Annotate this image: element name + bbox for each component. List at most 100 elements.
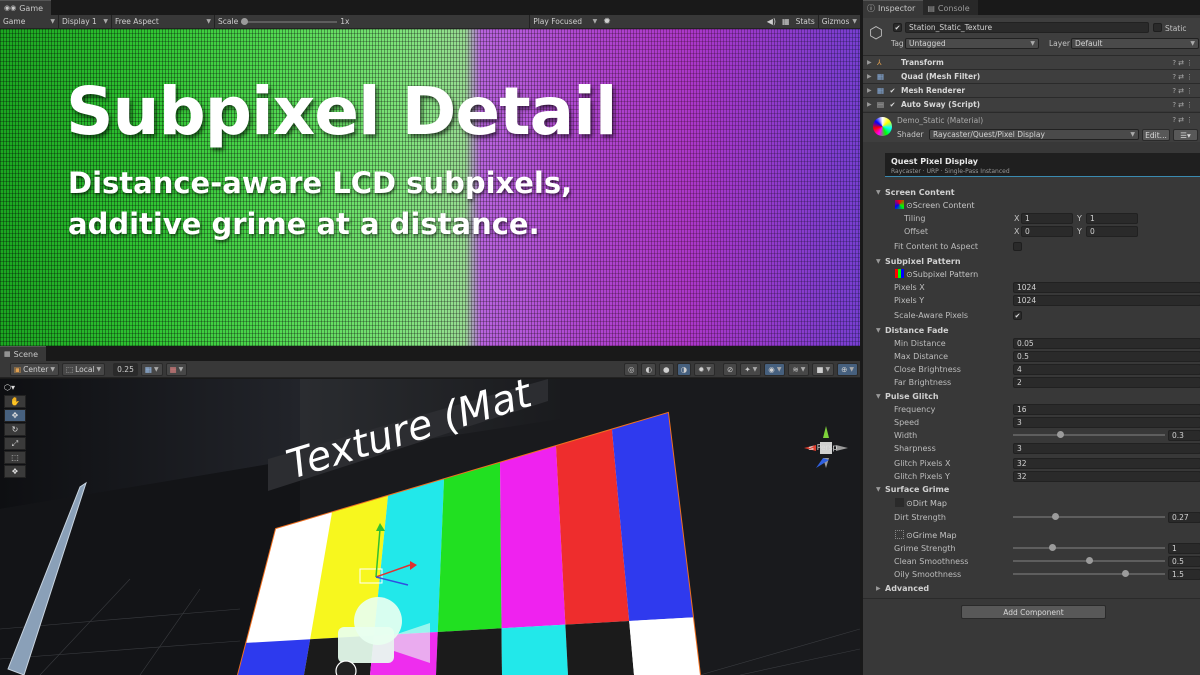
edit-shader-button[interactable]: Edit... bbox=[1142, 129, 1170, 141]
effects-dropdown[interactable]: ✦ ▼ bbox=[740, 362, 762, 376]
shader-options-button[interactable]: ☰▾ bbox=[1173, 129, 1198, 141]
min-distance-field[interactable]: 0.05 bbox=[1013, 338, 1200, 349]
section-distance-fade[interactable]: Distance Fade bbox=[885, 326, 949, 335]
increment-snap-dropdown[interactable]: ▦ ▼ bbox=[165, 362, 188, 376]
far-brightness-field[interactable]: 2 bbox=[1013, 377, 1200, 388]
component-mesh-renderer[interactable]: ▶ ▦ ✔ Mesh Renderer ?⇄⋮ bbox=[863, 83, 1200, 97]
chevron-down-icon[interactable]: ▼ bbox=[876, 258, 881, 265]
sun-button[interactable]: ✹ bbox=[600, 15, 614, 29]
clean-smoothness-slider[interactable] bbox=[1013, 556, 1165, 566]
component-transform[interactable]: ▶ ⅄ Transform ?⇄⋮ bbox=[863, 55, 1200, 69]
stats-grid-button[interactable]: ▦ bbox=[779, 15, 793, 29]
speed-field[interactable]: 3 bbox=[1013, 417, 1200, 428]
component-menu-icons[interactable]: ?⇄⋮ bbox=[1172, 87, 1195, 95]
component-menu-icons[interactable]: ?⇄⋮ bbox=[1172, 59, 1195, 67]
section-pulse-glitch[interactable]: Pulse Glitch bbox=[885, 392, 939, 401]
slider-knob[interactable] bbox=[1121, 570, 1129, 577]
slider-knob[interactable] bbox=[1056, 431, 1064, 438]
clean-smoothness-field[interactable]: 0.5 bbox=[1168, 556, 1200, 567]
layer-dropdown[interactable]: Default ▼ bbox=[1071, 38, 1199, 49]
mute-button[interactable]: ◀) bbox=[764, 15, 779, 29]
layers-dropdown[interactable]: ≋ ▼ bbox=[788, 362, 810, 376]
move-tool[interactable]: ✥ bbox=[4, 409, 26, 422]
component-menu-icons[interactable]: ?⇄⋮ bbox=[1172, 73, 1195, 81]
rotate-tool[interactable]: ↻ bbox=[4, 423, 26, 436]
section-advanced[interactable]: Advanced bbox=[885, 584, 929, 593]
enable-checkbox[interactable]: ✔ bbox=[888, 86, 897, 95]
frequency-field[interactable]: 16 bbox=[1013, 404, 1200, 415]
slider-knob[interactable] bbox=[241, 17, 249, 25]
display-dropdown[interactable]: Display 1 ▼ bbox=[59, 15, 111, 29]
component-mesh-filter[interactable]: ▶ ▦ Quad (Mesh Filter) ?⇄⋮ bbox=[863, 69, 1200, 83]
chevron-down-icon[interactable]: ▼ bbox=[876, 189, 881, 196]
close-brightness-field[interactable]: 4 bbox=[1013, 364, 1200, 375]
chevron-right-icon[interactable]: ▶ bbox=[876, 585, 881, 592]
section-screen-content[interactable]: Screen Content bbox=[885, 188, 955, 197]
scene-viewport[interactable]: Texture (Mat ⬡▾ ✋ ✥ ↻ ⤢ ⬚ ❖ ≤ Persp bbox=[0, 379, 860, 675]
scale-slider[interactable] bbox=[241, 17, 338, 26]
textured-button[interactable]: ◑ bbox=[676, 362, 692, 376]
grime-strength-slider[interactable] bbox=[1013, 543, 1165, 553]
aspect-dropdown[interactable]: Free Aspect ▼ bbox=[112, 15, 214, 29]
texture-thumb[interactable] bbox=[895, 269, 904, 278]
scale-tool[interactable]: ⤢ bbox=[4, 437, 26, 450]
material-menu-icons[interactable]: ?⇄⋮ bbox=[1172, 116, 1195, 124]
solid-button[interactable]: ● bbox=[659, 362, 674, 376]
oily-smoothness-field[interactable]: 1.5 bbox=[1168, 569, 1200, 580]
offset-y-field[interactable]: 0 bbox=[1086, 226, 1138, 237]
texture-thumb[interactable] bbox=[895, 200, 904, 209]
tag-dropdown[interactable]: Untagged ▼ bbox=[905, 38, 1039, 49]
pixels-x-field[interactable]: 1024 bbox=[1013, 282, 1200, 293]
max-distance-field[interactable]: 0.5 bbox=[1013, 351, 1200, 362]
pivot-dropdown[interactable]: ▣ Center ▼ bbox=[10, 362, 59, 376]
tools-menu[interactable]: ⬡▾ bbox=[4, 381, 26, 394]
chevron-down-icon[interactable]: ▼ bbox=[876, 393, 881, 400]
width-field[interactable]: 0.3 bbox=[1168, 430, 1200, 441]
tab-scene[interactable]: ▦ Scene bbox=[0, 346, 47, 361]
visibility-dropdown[interactable]: ◉ ▼ bbox=[764, 362, 786, 376]
texture-thumb[interactable] bbox=[895, 498, 904, 507]
shaded-button[interactable]: ◐ bbox=[641, 362, 657, 376]
snap-increment-field[interactable]: 0.25 bbox=[113, 362, 138, 376]
add-component-button[interactable]: Add Component bbox=[961, 605, 1106, 619]
grime-strength-field[interactable]: 1 bbox=[1168, 543, 1200, 554]
rect-tool[interactable]: ⬚ bbox=[4, 451, 26, 464]
material-header[interactable]: Demo_Static (Material) ?⇄⋮ Shader Raycas… bbox=[863, 112, 1200, 142]
grid-snap-dropdown[interactable]: ▦ ▼ bbox=[140, 362, 163, 376]
game-mode-dropdown[interactable]: Game ▼ bbox=[0, 15, 58, 29]
gizmos-dropdown[interactable]: Gizmos ▼ bbox=[819, 15, 860, 29]
chevron-down-icon[interactable]: ▼ bbox=[876, 327, 881, 334]
active-checkbox[interactable]: ✔ bbox=[893, 23, 902, 32]
tab-console[interactable]: ▤ Console bbox=[923, 0, 978, 15]
enable-checkbox[interactable]: ✔ bbox=[888, 100, 897, 109]
slider-knob[interactable] bbox=[1049, 544, 1057, 551]
slider-knob[interactable] bbox=[1052, 513, 1060, 520]
static-checkbox[interactable] bbox=[1153, 23, 1162, 32]
dirt-strength-field[interactable]: 0.27 bbox=[1168, 512, 1200, 523]
fit-aspect-checkbox[interactable] bbox=[1013, 242, 1022, 251]
tiling-x-field[interactable]: 1 bbox=[1021, 213, 1073, 224]
play-focused-dropdown[interactable]: Play Focused ▼ bbox=[530, 15, 600, 29]
gizmo-globe-button[interactable]: ◎ bbox=[623, 362, 639, 376]
slider-knob[interactable] bbox=[1085, 557, 1093, 564]
camera-dropdown[interactable]: ■ ▼ bbox=[812, 362, 835, 376]
offset-x-field[interactable]: 0 bbox=[1021, 226, 1073, 237]
transform-tool[interactable]: ❖ bbox=[4, 465, 26, 478]
chevron-down-icon[interactable]: ▼ bbox=[876, 486, 881, 493]
section-subpixel-pattern[interactable]: Subpixel Pattern bbox=[885, 257, 961, 266]
tiling-y-field[interactable]: 1 bbox=[1086, 213, 1138, 224]
tab-inspector[interactable]: ⓘ Inspector bbox=[863, 0, 924, 15]
shader-dropdown[interactable]: Raycaster/Quest/Pixel Display ▼ bbox=[929, 129, 1139, 140]
audio-toggle[interactable]: ⊘ bbox=[723, 362, 738, 376]
glitch-y-field[interactable]: 32 bbox=[1013, 471, 1200, 482]
persp-label[interactable]: ≤ Persp bbox=[808, 443, 837, 452]
scale-aware-checkbox[interactable]: ✔ bbox=[1013, 311, 1022, 320]
gizmos-scene-dropdown[interactable]: ⊕ ▼ bbox=[837, 362, 858, 376]
sharpness-field[interactable]: 3 bbox=[1013, 443, 1200, 454]
object-name-field[interactable]: Station_Static_Texture bbox=[905, 22, 1149, 33]
space-dropdown[interactable]: ⬚ Local ▼ bbox=[61, 362, 106, 376]
oily-smoothness-slider[interactable] bbox=[1013, 569, 1165, 579]
lighting-dropdown[interactable]: ✹ ▼ bbox=[694, 362, 716, 376]
section-surface-grime[interactable]: Surface Grime bbox=[885, 485, 949, 494]
texture-thumb[interactable] bbox=[895, 530, 904, 539]
